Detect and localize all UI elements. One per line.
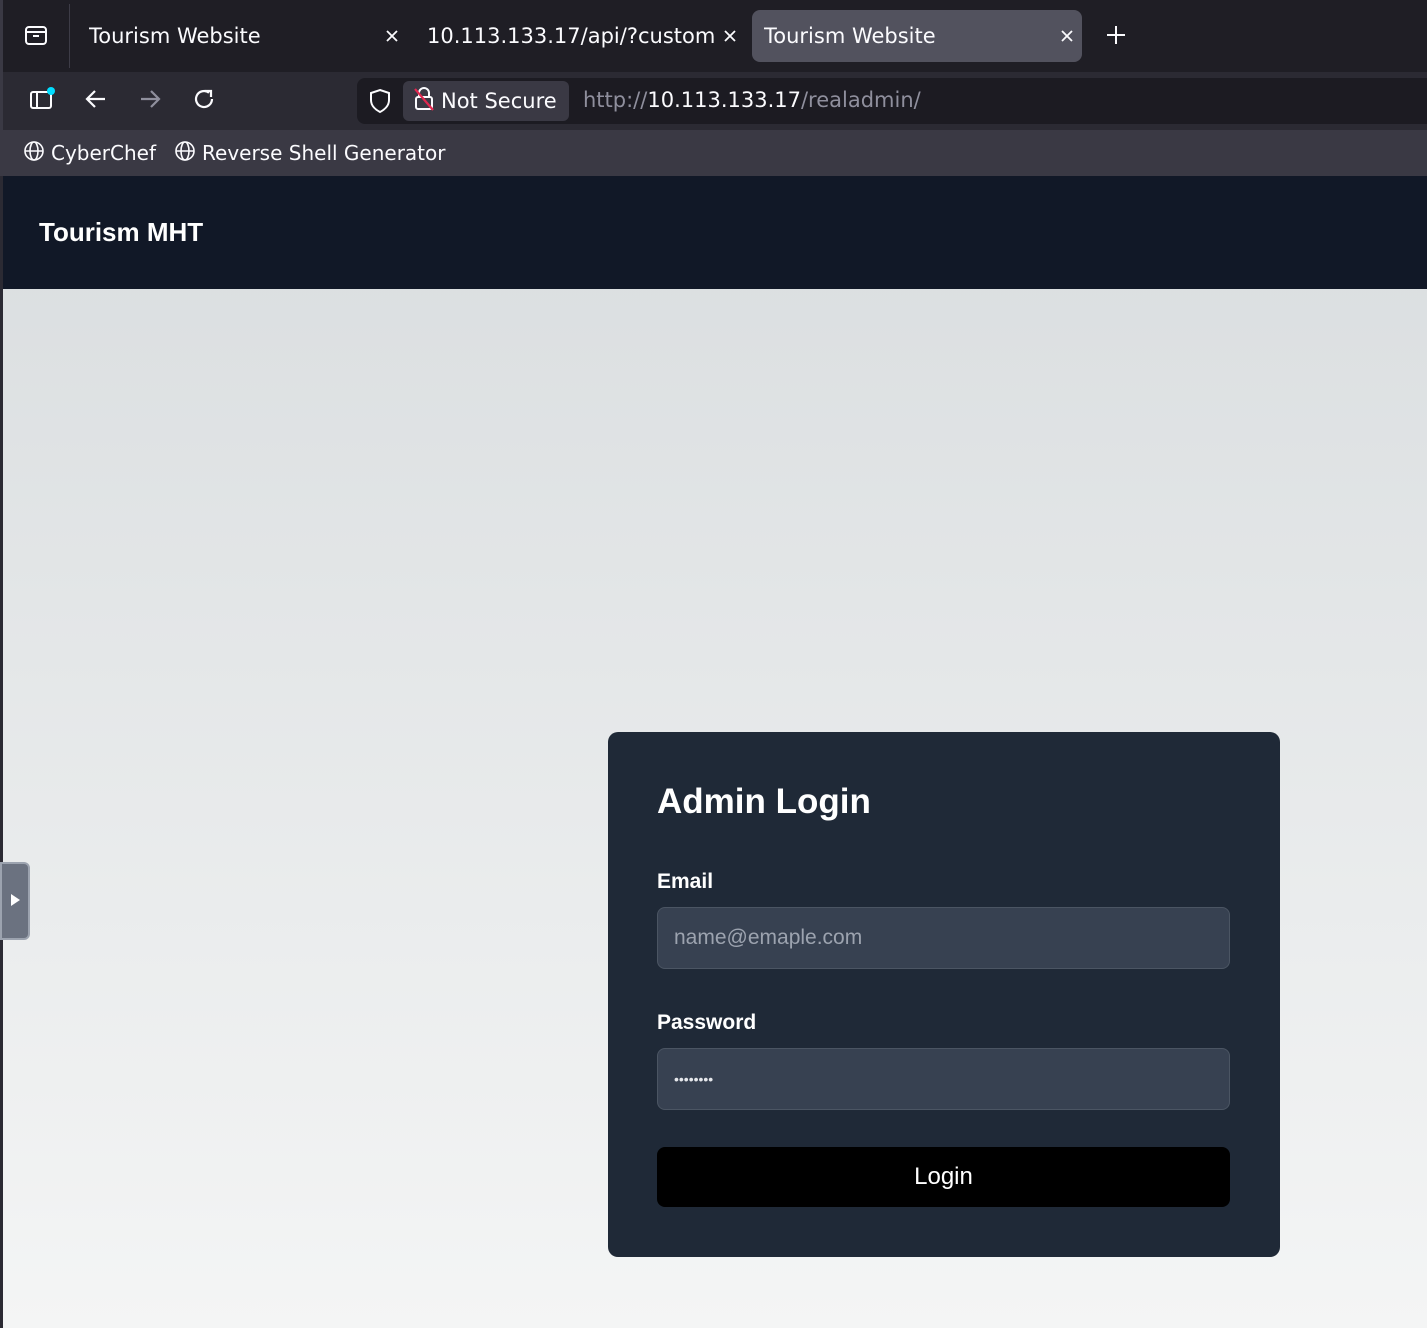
- tab-title: Tourism Website: [764, 24, 936, 48]
- login-button[interactable]: Login: [657, 1147, 1230, 1207]
- url-host: 10.113.133.17: [647, 88, 801, 112]
- tab-overview-icon: [23, 22, 49, 52]
- admin-login-card: Admin Login Email name@emaple.com Passwo…: [608, 732, 1280, 1257]
- insecure-lock-icon: [413, 86, 435, 117]
- play-icon: [9, 892, 21, 911]
- reload-button[interactable]: [185, 82, 223, 120]
- sidebar-icon: [28, 85, 56, 117]
- globe-icon: [174, 140, 196, 167]
- sidebar-expand-handle[interactable]: [0, 862, 30, 940]
- site-header: Tourism MHT: [3, 176, 1427, 289]
- globe-icon: [23, 140, 45, 167]
- security-label: Not Secure: [441, 89, 557, 113]
- email-placeholder: name@emaple.com: [674, 926, 863, 949]
- email-label: Email: [657, 870, 714, 893]
- bookmark-label: Reverse Shell Generator: [202, 141, 446, 165]
- login-title: Admin Login: [657, 782, 871, 821]
- bookmark-reverse-shell-generator[interactable]: Reverse Shell Generator: [174, 140, 445, 167]
- tab-api-customer[interactable]: 10.113.133.17/api/?customer: [415, 10, 745, 62]
- tab-title: 10.113.133.17/api/?customer: [427, 24, 715, 48]
- tab-tourism-website-1[interactable]: Tourism Website: [77, 10, 407, 62]
- page-content: Tourism MHT Admin Login Email name@emapl…: [3, 176, 1427, 1328]
- forward-button[interactable]: [131, 82, 169, 120]
- site-security-indicator[interactable]: Not Secure: [403, 81, 569, 121]
- plus-icon: [1105, 24, 1127, 50]
- tab-list-button[interactable]: [11, 18, 61, 56]
- close-icon[interactable]: [377, 29, 407, 43]
- url-path: /realadmin/: [800, 88, 921, 112]
- shield-icon[interactable]: [365, 86, 395, 116]
- address-bar[interactable]: Not Secure http://10.113.133.17/realadmi…: [357, 78, 1427, 124]
- tab-divider: [69, 4, 70, 68]
- tab-tourism-website-active[interactable]: Tourism Website: [752, 10, 1082, 62]
- back-button[interactable]: [77, 82, 115, 120]
- navigation-toolbar: Not Secure http://10.113.133.17/realadmi…: [0, 72, 1427, 130]
- reload-icon: [191, 86, 217, 116]
- new-tab-button[interactable]: [1099, 20, 1133, 54]
- site-brand[interactable]: Tourism MHT: [39, 217, 203, 248]
- tab-strip: Tourism Website 10.113.133.17/api/?custo…: [0, 0, 1427, 72]
- bookmark-label: CyberChef: [51, 141, 157, 165]
- sidebar-toggle-button[interactable]: [23, 82, 61, 120]
- arrow-right-icon: [137, 86, 163, 116]
- password-label: Password: [657, 1011, 757, 1034]
- password-value: ••••••••: [674, 1071, 714, 1087]
- close-icon[interactable]: [1052, 29, 1082, 43]
- tab-title: Tourism Website: [89, 24, 261, 48]
- bookmark-cyberchef[interactable]: CyberChef: [23, 140, 156, 167]
- url-text[interactable]: http://10.113.133.17/realadmin/: [583, 88, 921, 112]
- arrow-left-icon: [83, 86, 109, 116]
- close-icon[interactable]: [715, 29, 745, 43]
- bookmarks-toolbar: CyberChef Reverse Shell Generator: [0, 130, 1427, 176]
- password-field[interactable]: ••••••••: [657, 1048, 1230, 1110]
- email-field[interactable]: name@emaple.com: [657, 907, 1230, 969]
- login-button-label: Login: [914, 1163, 973, 1190]
- url-scheme: http://: [583, 88, 648, 112]
